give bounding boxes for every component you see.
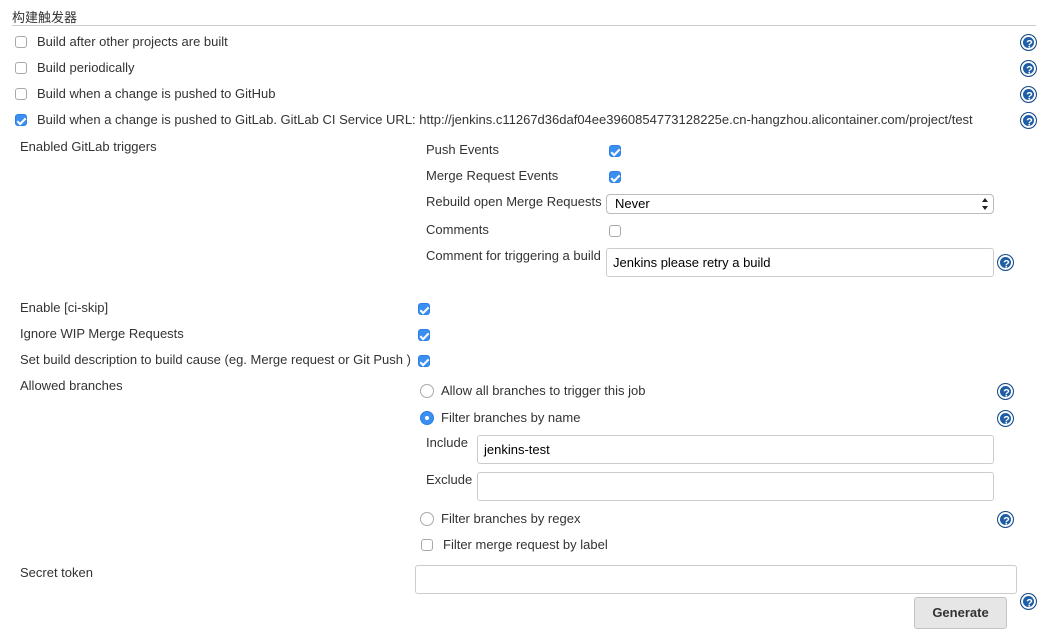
comment-trigger-input[interactable]: Jenkins please retry a build xyxy=(606,248,994,277)
filter-by-label-checkbox[interactable] xyxy=(421,539,433,551)
radio-filter-branches-by-regex[interactable] xyxy=(420,512,434,526)
help-icon[interactable]: ? xyxy=(997,383,1014,400)
svg-text:?: ? xyxy=(1026,39,1033,51)
svg-text:?: ? xyxy=(1026,598,1033,610)
help-icon[interactable]: ? xyxy=(1020,34,1037,51)
help-icon[interactable]: ? xyxy=(997,410,1014,427)
rebuild-open-mr-value: Never xyxy=(615,196,650,211)
filter-by-regex-label: Filter branches by regex xyxy=(441,511,581,526)
trigger-label-gitlab-push: Build when a change is pushed to GitLab.… xyxy=(37,112,973,127)
enabled-gitlab-triggers-label: Enabled GitLab triggers xyxy=(20,139,157,154)
help-icon[interactable]: ? xyxy=(997,254,1014,271)
svg-text:?: ? xyxy=(1003,259,1010,271)
help-icon[interactable]: ? xyxy=(997,511,1014,528)
allow-all-branches-label: Allow all branches to trigger this job xyxy=(441,383,646,398)
select-arrows-icon xyxy=(982,198,988,210)
svg-text:?: ? xyxy=(1003,415,1010,427)
push-events-checkbox[interactable] xyxy=(609,145,621,157)
secret-token-input[interactable] xyxy=(415,565,1017,594)
section-title: 构建触发器 xyxy=(12,10,78,25)
filter-by-label-label: Filter merge request by label xyxy=(443,537,608,552)
help-icon[interactable]: ? xyxy=(1020,60,1037,77)
comments-label: Comments xyxy=(426,222,489,237)
exclude-label: Exclude xyxy=(426,472,473,487)
comment-trigger-label: Comment for triggering a build xyxy=(426,248,601,263)
ci-skip-checkbox[interactable] xyxy=(418,303,430,315)
svg-text:?: ? xyxy=(1026,117,1033,129)
generate-button[interactable]: Generate xyxy=(914,597,1007,629)
ignore-wip-checkbox[interactable] xyxy=(418,329,430,341)
push-events-label: Push Events xyxy=(426,142,499,157)
trigger-checkbox-github-push[interactable] xyxy=(15,88,27,100)
allowed-branches-label: Allowed branches xyxy=(20,378,123,393)
trigger-checkbox-after-other-projects[interactable] xyxy=(15,36,27,48)
svg-text:?: ? xyxy=(1003,516,1010,528)
ci-skip-label: Enable [ci-skip] xyxy=(20,300,109,315)
radio-filter-branches-by-name[interactable] xyxy=(420,411,434,425)
secret-token-label: Secret token xyxy=(20,565,93,580)
help-icon[interactable]: ? xyxy=(1020,86,1037,103)
trigger-checkbox-gitlab-push[interactable] xyxy=(15,114,27,126)
trigger-label-github-push: Build when a change is pushed to GitHub xyxy=(37,86,276,101)
comments-checkbox[interactable] xyxy=(609,225,621,237)
include-label: Include xyxy=(426,435,468,450)
trigger-checkbox-periodically[interactable] xyxy=(15,62,27,74)
svg-text:?: ? xyxy=(1003,388,1010,400)
merge-request-events-label: Merge Request Events xyxy=(426,168,559,183)
section-divider xyxy=(12,25,1036,26)
svg-text:?: ? xyxy=(1026,91,1033,103)
trigger-label-periodically: Build periodically xyxy=(37,60,135,75)
set-description-label: Set build description to build cause (eg… xyxy=(20,352,411,367)
help-icon[interactable]: ? xyxy=(1020,593,1037,610)
filter-by-name-label: Filter branches by name xyxy=(441,410,581,425)
svg-text:?: ? xyxy=(1026,65,1033,77)
set-description-checkbox[interactable] xyxy=(418,355,430,367)
merge-request-events-checkbox[interactable] xyxy=(609,171,621,183)
radio-allow-all-branches[interactable] xyxy=(420,384,434,398)
exclude-input[interactable] xyxy=(477,472,994,501)
rebuild-open-mr-label: Rebuild open Merge Requests xyxy=(426,194,602,209)
include-input[interactable]: jenkins-test xyxy=(477,435,994,464)
rebuild-open-mr-select[interactable]: Never xyxy=(606,194,994,214)
help-icon[interactable]: ? xyxy=(1020,112,1037,129)
ignore-wip-label: Ignore WIP Merge Requests xyxy=(20,326,184,341)
trigger-label-after-other-projects: Build after other projects are built xyxy=(37,34,228,49)
